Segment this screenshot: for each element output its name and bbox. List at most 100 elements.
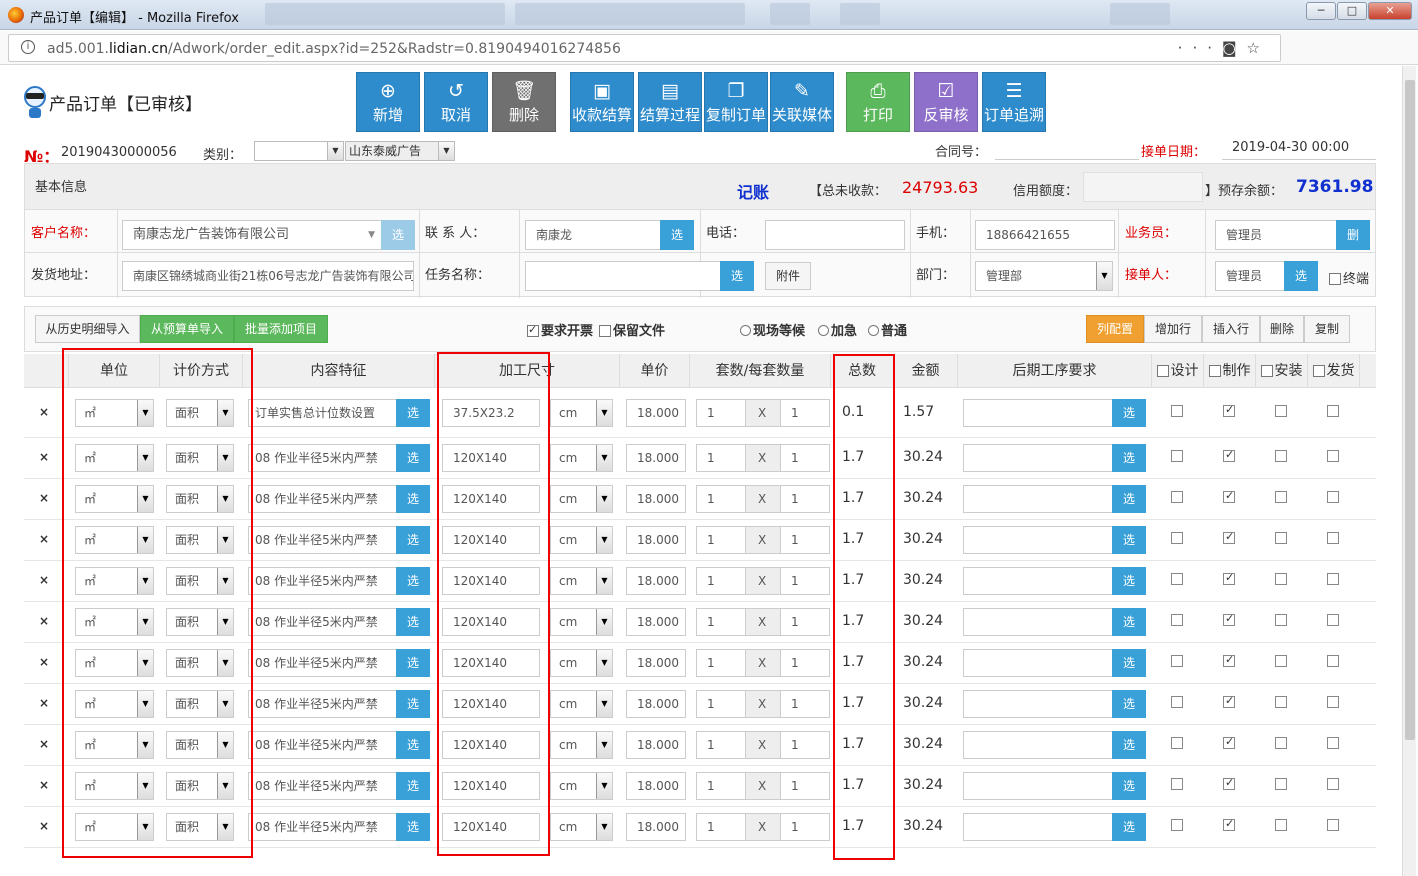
post-pick-button[interactable]: 选 xyxy=(1112,567,1146,595)
copy-row-button[interactable]: 复制 xyxy=(1304,315,1350,343)
col-size[interactable]: 加工尺寸 xyxy=(435,354,620,388)
unit-select[interactable]: ㎡ ▼ xyxy=(75,731,154,759)
content-input[interactable]: 08 作业半径5米内严禁 xyxy=(248,649,398,677)
pricing-select[interactable]: 面积 ▼ xyxy=(166,485,234,513)
size-input[interactable]: 120X140 xyxy=(442,485,540,513)
content-pick-button[interactable]: 选 xyxy=(396,526,430,554)
delete-row-icon[interactable]: × xyxy=(39,405,49,419)
size-unit-select[interactable]: cm ▼ xyxy=(550,444,613,472)
toolbar-button-6[interactable]: ✎ 关联媒体 xyxy=(770,72,834,132)
price-input[interactable]: 18.000 xyxy=(626,649,686,677)
pricing-select[interactable]: 面积 ▼ xyxy=(166,567,234,595)
toolbar-button-9[interactable]: ☰ 订单追溯 xyxy=(982,72,1046,132)
unit-select[interactable]: ㎡ ▼ xyxy=(75,485,154,513)
terminal-checkbox[interactable]: 终端 xyxy=(1329,268,1369,287)
design-checkbox[interactable] xyxy=(1171,532,1183,544)
ship-checkbox[interactable] xyxy=(1327,737,1339,749)
content-input[interactable]: 订单实售总计位数设置 xyxy=(248,399,398,427)
delete-row-icon[interactable]: × xyxy=(39,614,49,628)
size-unit-select[interactable]: cm ▼ xyxy=(550,649,613,677)
delete-row-icon[interactable]: × xyxy=(39,737,49,751)
ship-checkbox[interactable] xyxy=(1327,819,1339,831)
content-pick-button[interactable]: 选 xyxy=(396,731,430,759)
content-input[interactable]: 08 作业半径5米内严禁 xyxy=(248,731,398,759)
size-unit-select[interactable]: cm ▼ xyxy=(550,399,613,427)
pricing-select[interactable]: 面积 ▼ xyxy=(166,526,234,554)
attachment-button[interactable]: 附件 xyxy=(765,262,811,290)
col-install[interactable]: 安装 xyxy=(1256,354,1308,388)
size-unit-select[interactable]: cm ▼ xyxy=(550,690,613,718)
install-checkbox[interactable] xyxy=(1275,655,1287,667)
post-process-input[interactable] xyxy=(963,731,1113,759)
content-input[interactable]: 08 作业半径5米内严禁 xyxy=(248,567,398,595)
price-input[interactable]: 18.000 xyxy=(626,399,686,427)
post-pick-button[interactable]: 选 xyxy=(1112,731,1146,759)
content-pick-button[interactable]: 选 xyxy=(396,690,430,718)
toolbar-button-0[interactable]: ⊕ 新增 xyxy=(356,72,420,132)
pricing-select[interactable]: 面积 ▼ xyxy=(166,444,234,472)
price-input[interactable]: 18.000 xyxy=(626,567,686,595)
delete-row-icon[interactable]: × xyxy=(39,778,49,792)
dept-select[interactable]: 管理部 ▼ xyxy=(975,261,1113,291)
address-input[interactable]: 南康区锦绣城商业街21栋06号志龙广告装饰有限公司 xyxy=(122,261,414,291)
design-checkbox[interactable] xyxy=(1171,573,1183,585)
urgent-radio[interactable]: 加急 xyxy=(818,320,857,339)
col-pricing[interactable]: 计价方式 xyxy=(160,354,243,388)
pricing-select[interactable]: 面积 ▼ xyxy=(166,772,234,800)
post-process-input[interactable] xyxy=(963,444,1113,472)
customer-pick-button[interactable]: 选 xyxy=(381,220,415,250)
credit-input[interactable] xyxy=(1083,172,1203,202)
price-input[interactable]: 18.000 xyxy=(626,485,686,513)
delete-row-icon[interactable]: × xyxy=(39,696,49,710)
qty-input[interactable]: 1 xyxy=(780,813,830,841)
sets-input[interactable]: 1 xyxy=(696,608,746,636)
design-checkbox[interactable] xyxy=(1171,696,1183,708)
sets-input[interactable]: 1 xyxy=(696,649,746,677)
col-post[interactable]: 后期工序要求 xyxy=(958,354,1152,388)
post-process-input[interactable] xyxy=(963,567,1113,595)
content-pick-button[interactable]: 选 xyxy=(396,399,430,427)
content-input[interactable]: 08 作业半径5米内严禁 xyxy=(248,485,398,513)
size-unit-select[interactable]: cm ▼ xyxy=(550,485,613,513)
unit-select[interactable]: ㎡ ▼ xyxy=(75,772,154,800)
sets-input[interactable]: 1 xyxy=(696,567,746,595)
post-process-input[interactable] xyxy=(963,649,1113,677)
make-checkbox[interactable] xyxy=(1223,776,1235,790)
price-input[interactable]: 18.000 xyxy=(626,690,686,718)
toolbar-button-3[interactable]: ▣ 收款结算 xyxy=(570,72,634,132)
pricing-select[interactable]: 面积 ▼ xyxy=(166,813,234,841)
toolbar-button-7[interactable]: ⎙ 打印 xyxy=(846,72,910,132)
unit-select[interactable]: ㎡ ▼ xyxy=(75,399,154,427)
sets-input[interactable]: 1 xyxy=(696,399,746,427)
ship-checkbox[interactable] xyxy=(1327,405,1339,417)
unit-select[interactable]: ㎡ ▼ xyxy=(75,567,154,595)
receiver-input[interactable]: 管理员 xyxy=(1215,261,1287,291)
contract-input[interactable] xyxy=(995,140,1139,160)
sets-input[interactable]: 1 xyxy=(696,690,746,718)
qty-input[interactable]: 1 xyxy=(780,399,830,427)
content-pick-button[interactable]: 选 xyxy=(396,649,430,677)
url-bar[interactable]: i ad5.001.lidian.cn/Adwork/order_edit.as… xyxy=(8,34,1281,62)
price-input[interactable]: 18.000 xyxy=(626,526,686,554)
install-checkbox[interactable] xyxy=(1275,819,1287,831)
post-process-input[interactable] xyxy=(963,772,1113,800)
delete-row-icon[interactable]: × xyxy=(39,532,49,546)
order-date-input[interactable]: 2019-04-30 00:00 xyxy=(1222,140,1376,160)
post-process-input[interactable] xyxy=(963,485,1113,513)
size-input[interactable]: 120X140 xyxy=(442,731,540,759)
invoice-checkbox[interactable]: 要求开票 xyxy=(527,320,593,339)
make-checkbox[interactable] xyxy=(1223,612,1235,626)
content-input[interactable]: 08 作业半径5米内严禁 xyxy=(248,690,398,718)
salesman-delete-button[interactable]: 删 xyxy=(1336,220,1370,250)
install-checkbox[interactable] xyxy=(1275,696,1287,708)
install-checkbox[interactable] xyxy=(1275,491,1287,503)
design-checkbox[interactable] xyxy=(1171,737,1183,749)
qty-input[interactable]: 1 xyxy=(780,649,830,677)
receiver-pick-button[interactable]: 选 xyxy=(1284,261,1318,291)
post-pick-button[interactable]: 选 xyxy=(1112,444,1146,472)
close-window-button[interactable]: ✕ xyxy=(1368,2,1412,20)
contact-pick-button[interactable]: 选 xyxy=(660,220,694,250)
design-checkbox[interactable] xyxy=(1171,491,1183,503)
background-tab[interactable] xyxy=(265,3,505,25)
minimize-button[interactable]: ─ xyxy=(1306,2,1336,20)
